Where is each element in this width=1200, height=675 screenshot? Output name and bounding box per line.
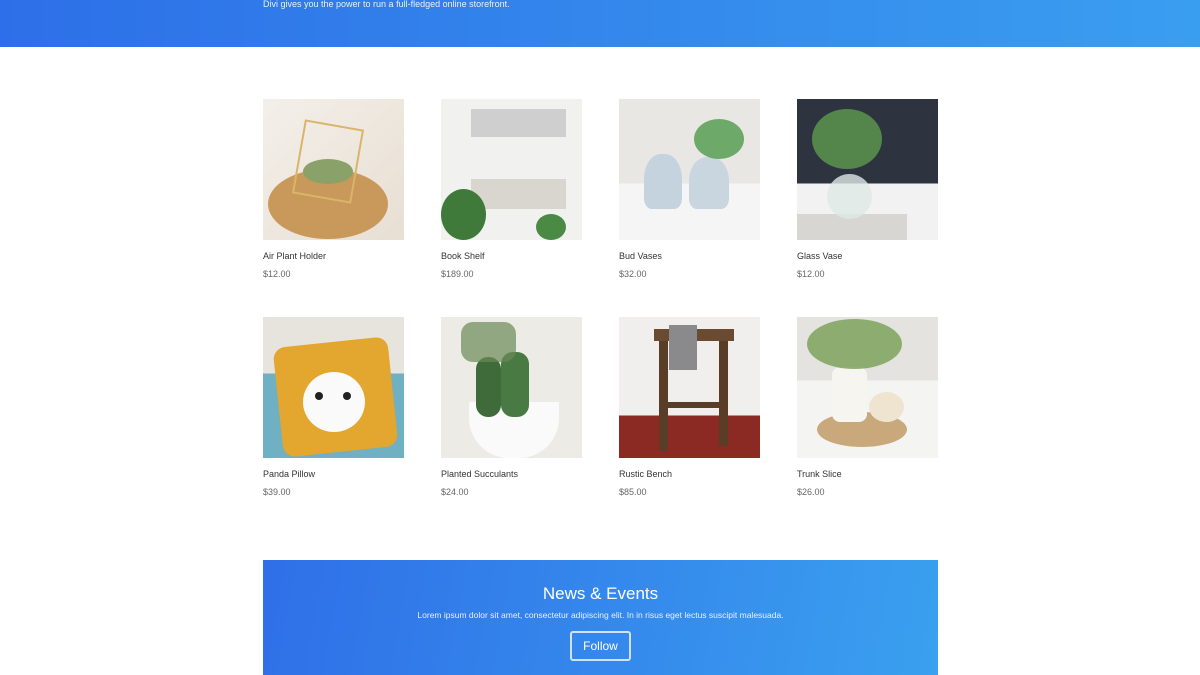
product-image[interactable] [797,317,938,458]
product-card[interactable]: Glass Vase $12.00 [797,99,938,279]
product-name[interactable]: Rustic Bench [619,469,760,479]
follow-button[interactable]: Follow [570,631,631,661]
product-price: $26.00 [797,487,825,497]
product-card[interactable]: Book Shelf $189.00 [441,99,582,279]
newsletter-text: Lorem ipsum dolor sit amet, consectetur … [417,610,784,620]
product-name[interactable]: Trunk Slice [797,469,938,479]
product-name[interactable]: Planted Succulants [441,469,582,479]
product-price: $32.00 [619,269,647,279]
hero-subtitle: Divi gives you the power to run a full-f… [263,0,510,9]
product-name[interactable]: Panda Pillow [263,469,404,479]
product-name[interactable]: Glass Vase [797,251,938,261]
product-price: $12.00 [797,269,825,279]
hero-section: Divi gives you the power to run a full-f… [0,0,1200,47]
product-card[interactable]: Panda Pillow $39.00 [263,317,404,497]
product-card[interactable]: Trunk Slice $26.00 [797,317,938,497]
product-image[interactable] [441,99,582,240]
product-image[interactable] [263,99,404,240]
product-name[interactable]: Book Shelf [441,251,582,261]
product-price: $39.00 [263,487,291,497]
product-card[interactable]: Air Plant Holder $12.00 [263,99,404,279]
product-price: $85.00 [619,487,647,497]
product-card[interactable]: Bud Vases $32.00 [619,99,760,279]
newsletter-banner: News & Events Lorem ipsum dolor sit amet… [263,560,938,675]
product-name[interactable]: Bud Vases [619,251,760,261]
product-image[interactable] [797,99,938,240]
product-image[interactable] [441,317,582,458]
product-image[interactable] [619,99,760,240]
newsletter-title: News & Events [542,584,659,603]
product-card[interactable]: Rustic Bench $85.00 [619,317,760,497]
product-price: $12.00 [263,269,291,279]
product-price: $24.00 [441,487,469,497]
product-image[interactable] [263,317,404,458]
product-image[interactable] [619,317,760,458]
product-price: $189.00 [441,269,474,279]
product-name[interactable]: Air Plant Holder [263,251,404,261]
product-card[interactable]: Planted Succulants $24.00 [441,317,582,497]
